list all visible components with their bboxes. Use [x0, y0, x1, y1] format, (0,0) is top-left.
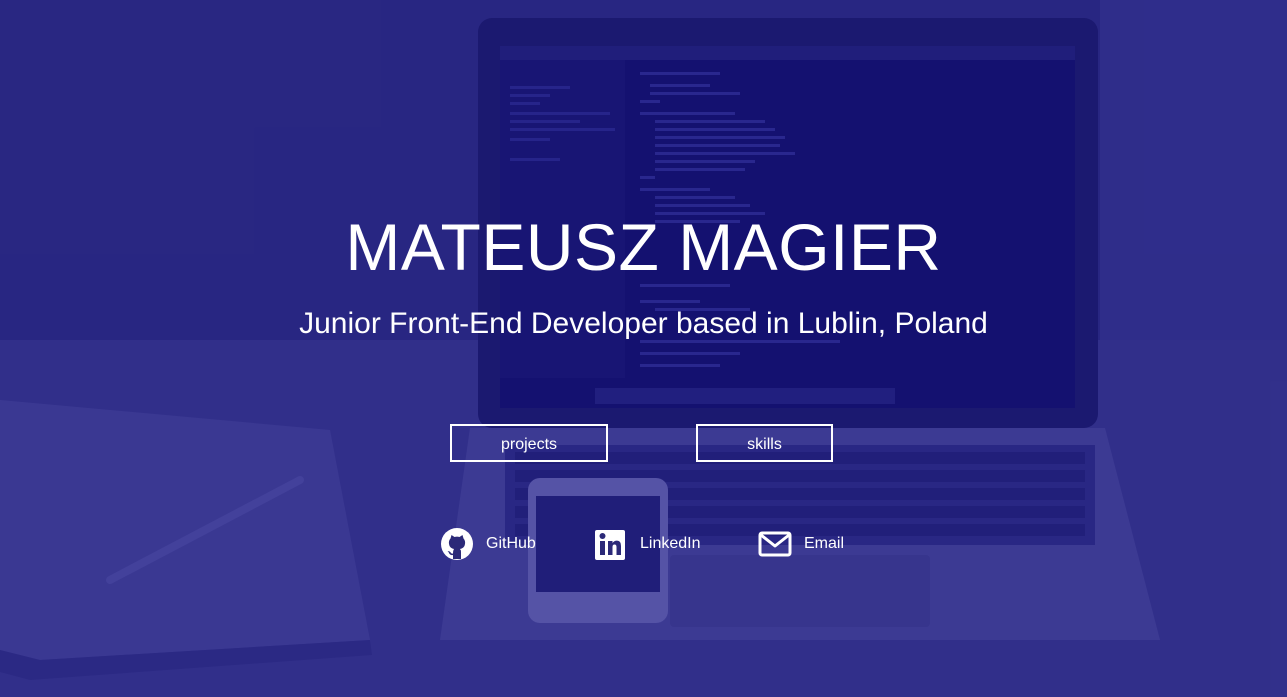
skills-button[interactable]: skills [696, 424, 833, 462]
projects-button[interactable]: projects [450, 424, 608, 462]
color-overlay [0, 0, 1287, 697]
linkedin-label: LinkedIn [640, 535, 701, 552]
page-subtitle: Junior Front-End Developer based in Lubl… [299, 307, 988, 340]
envelope-icon [758, 527, 792, 561]
linkedin-icon [594, 527, 628, 561]
email-link[interactable]: Email [758, 526, 844, 562]
email-label: Email [804, 535, 845, 552]
github-link[interactable]: GitHub [440, 526, 536, 562]
background-photo [0, 0, 1287, 697]
linkedin-link[interactable]: LinkedIn [594, 526, 701, 562]
github-label: GitHub [486, 535, 536, 552]
github-icon [440, 527, 474, 561]
hero-section: MATEUSZ MAGIER Junior Front-End Develope… [0, 0, 1287, 697]
page-title: MATEUSZ MAGIER [345, 210, 942, 284]
